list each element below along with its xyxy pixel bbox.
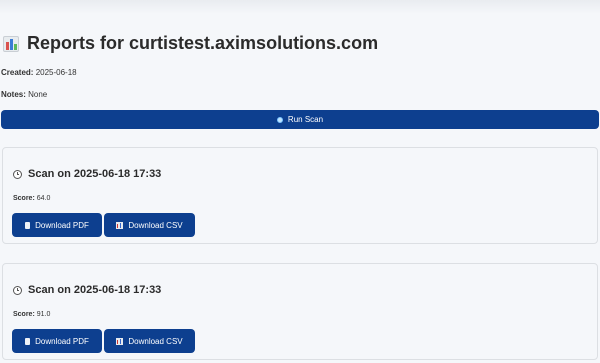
created-value: 2025-06-18: [35, 68, 77, 77]
created-label: Created:: [1, 68, 34, 77]
scan-score: Score: 64.0: [13, 195, 50, 202]
document-icon: [25, 337, 31, 345]
scan-card: Scan on 2025-06-18 17:33 Score: 64.0 Dow…: [2, 147, 598, 244]
bar-chart-icon: [116, 221, 124, 229]
run-scan-button[interactable]: Run Scan: [1, 110, 599, 129]
score-label: Score:: [13, 311, 35, 318]
score-value: 64.0: [36, 195, 51, 202]
document-icon: [25, 221, 31, 229]
notes-row: Notes: None: [1, 90, 47, 99]
scan-score: Score: 91.0: [13, 311, 50, 318]
download-csv-label: Download CSV: [128, 336, 183, 346]
top-bar: [0, 0, 600, 14]
download-pdf-button[interactable]: Download PDF: [12, 213, 102, 237]
scan-title: Scan on 2025-06-18 17:33: [13, 284, 161, 296]
clock-icon: [13, 285, 22, 295]
download-pdf-button[interactable]: Download PDF: [12, 329, 102, 353]
scan-title-text: Scan on 2025-06-18 17:33: [28, 284, 162, 296]
download-csv-button[interactable]: Download CSV: [104, 329, 195, 353]
download-csv-label: Download CSV: [128, 220, 183, 230]
scan-card: Scan on 2025-06-18 17:33 Score: 91.0 Dow…: [2, 263, 598, 360]
page-title: Reports for curtistest.aximsolutions.com: [3, 33, 378, 54]
created-row: Created: 2025-06-18: [1, 68, 77, 77]
magnifier-icon: [276, 116, 283, 123]
run-scan-label: Run Scan: [287, 115, 324, 124]
score-value: 91.0: [36, 311, 51, 318]
score-label: Score:: [13, 195, 35, 202]
bar-chart-icon: [116, 337, 124, 345]
download-pdf-label: Download PDF: [35, 220, 89, 230]
download-pdf-label: Download PDF: [35, 336, 89, 346]
notes-value: None: [28, 90, 48, 99]
bar-chart-icon: [3, 35, 19, 52]
scan-title: Scan on 2025-06-18 17:33: [13, 168, 161, 180]
scan-title-text: Scan on 2025-06-18 17:33: [28, 168, 162, 180]
clock-icon: [13, 169, 22, 179]
page-title-text: Reports for curtistest.aximsolutions.com: [27, 33, 379, 53]
notes-label: Notes:: [1, 90, 26, 99]
download-csv-button[interactable]: Download CSV: [104, 213, 195, 237]
